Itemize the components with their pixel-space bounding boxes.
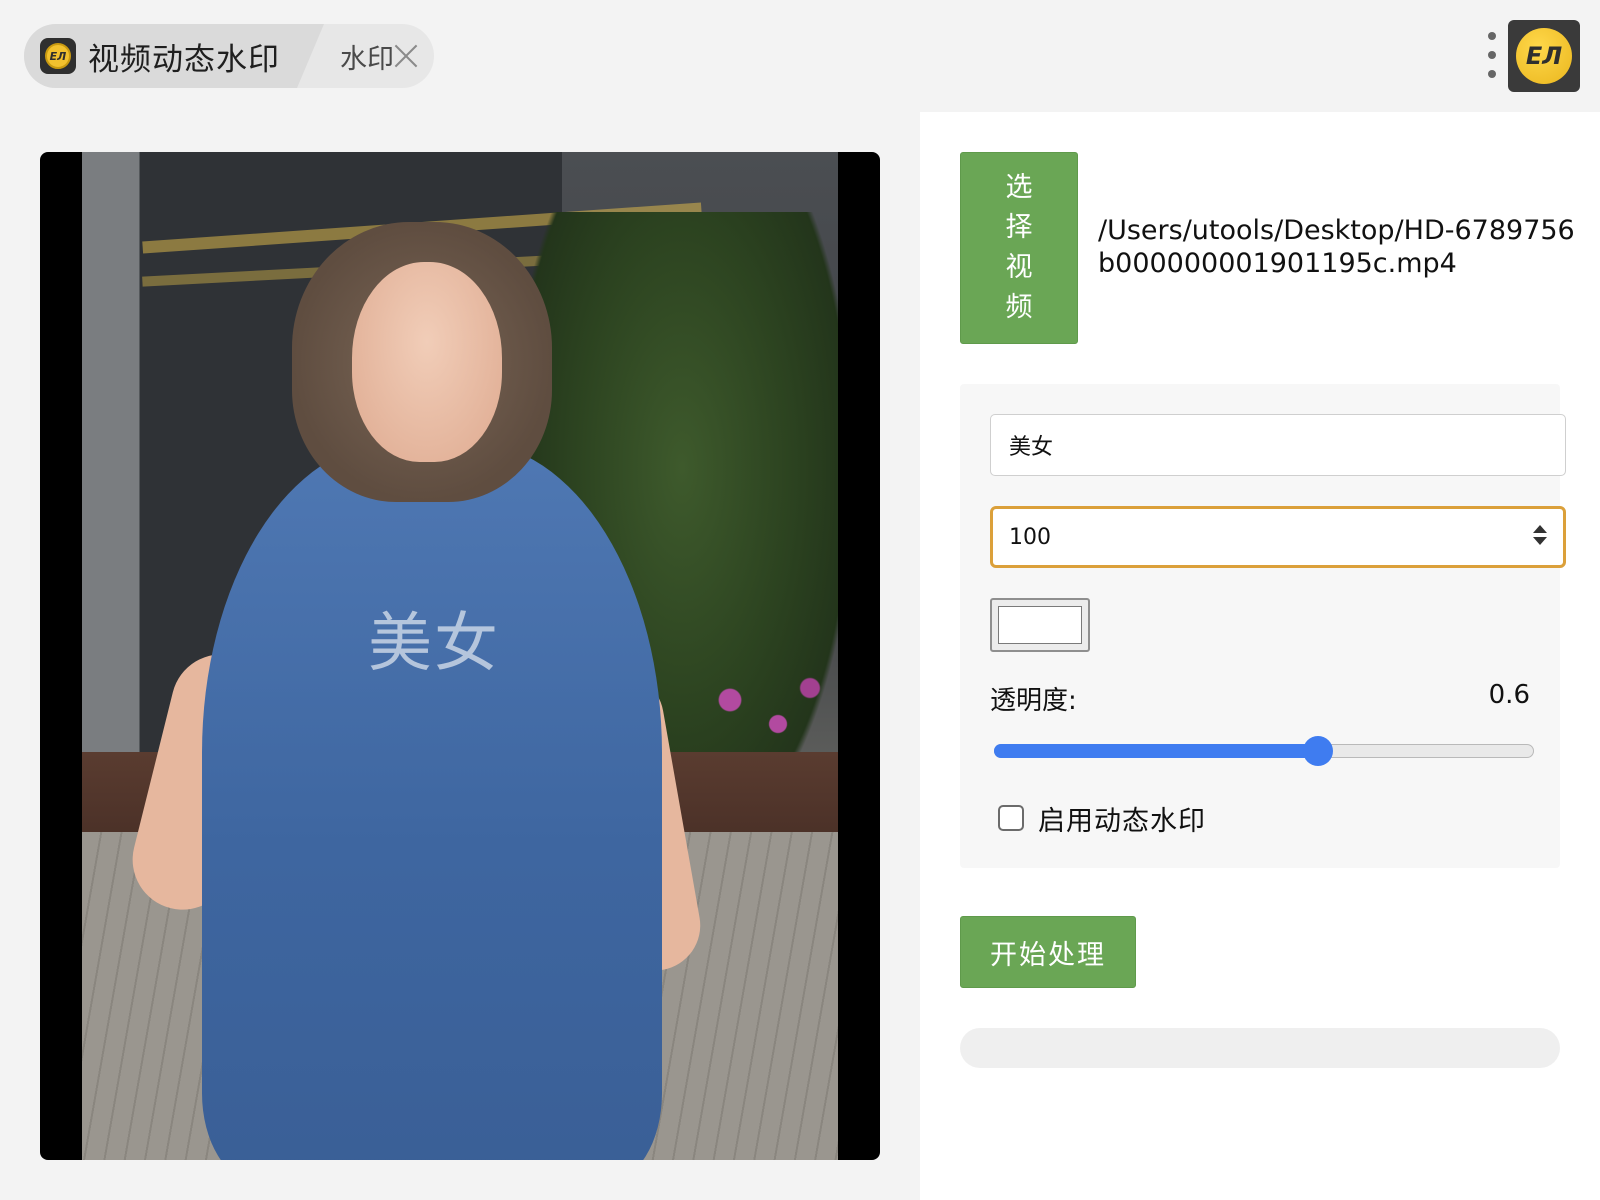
kebab-dot <box>1488 32 1496 40</box>
slider-thumb[interactable] <box>1303 736 1333 766</box>
dynamic-watermark-checkbox[interactable] <box>998 805 1024 831</box>
app-badge-coin: ЕЛ <box>45 43 71 69</box>
kebab-dot <box>1488 70 1496 78</box>
top-bar: ЕЛ 视频动态水印 水印 ЕЛ <box>0 0 1600 112</box>
settings-panel: 选择视频 /Users/utools/Desktop/HD-6789756b00… <box>920 112 1600 1200</box>
opacity-value: 0.6 <box>1488 680 1530 710</box>
kebab-dot <box>1488 51 1496 59</box>
slider-fill <box>994 744 1318 758</box>
logo-coin: ЕЛ <box>1516 28 1572 84</box>
font-size-field[interactable] <box>990 506 1566 568</box>
watermark-settings: 透明度: 0.6 启用动态水印 <box>960 384 1566 868</box>
dynamic-watermark-label: 启用动态水印 <box>1038 805 1206 837</box>
tab-video-watermark[interactable]: ЕЛ 视频动态水印 <box>24 24 324 88</box>
progress-bar <box>960 1028 1560 1068</box>
watermark-text-input[interactable] <box>990 414 1566 476</box>
stepper-down-icon[interactable] <box>1533 537 1547 545</box>
select-video-label: 选择视频 <box>1005 172 1033 323</box>
opacity-slider[interactable] <box>994 736 1534 766</box>
tab-sub-label: 水印 <box>340 43 394 75</box>
start-processing-button[interactable]: 开始处理 <box>960 916 1136 988</box>
watermark-app-icon: ЕЛ <box>40 38 76 74</box>
start-processing-label: 开始处理 <box>990 939 1106 971</box>
font-size-input[interactable] <box>993 509 1513 565</box>
watermark-logo-icon[interactable]: ЕЛ <box>1508 20 1580 92</box>
kebab-menu-icon[interactable] <box>1484 32 1500 78</box>
select-video-button[interactable]: 选择视频 <box>960 152 1078 344</box>
person-face <box>352 262 502 462</box>
person-body <box>202 442 662 1160</box>
video-preview: 美女 <box>40 152 880 1160</box>
dynamic-watermark-option[interactable]: 启用动态水印 <box>998 800 1206 837</box>
tab-title: 视频动态水印 <box>88 41 280 78</box>
watermark-overlay-text: 美女 <box>368 607 500 681</box>
scene-flowers <box>682 652 838 772</box>
file-path: /Users/utools/Desktop/HD-6789756b0000000… <box>1098 215 1575 279</box>
color-picker[interactable] <box>990 598 1090 652</box>
stepper-up-icon[interactable] <box>1533 525 1547 533</box>
tab-watermark[interactable]: 水印 <box>318 24 434 88</box>
close-icon[interactable] <box>392 42 420 70</box>
color-swatch <box>998 606 1082 644</box>
stepper-icon[interactable] <box>1529 524 1551 548</box>
opacity-label: 透明度: <box>990 686 1077 716</box>
tab-group: ЕЛ 视频动态水印 水印 <box>24 24 434 88</box>
